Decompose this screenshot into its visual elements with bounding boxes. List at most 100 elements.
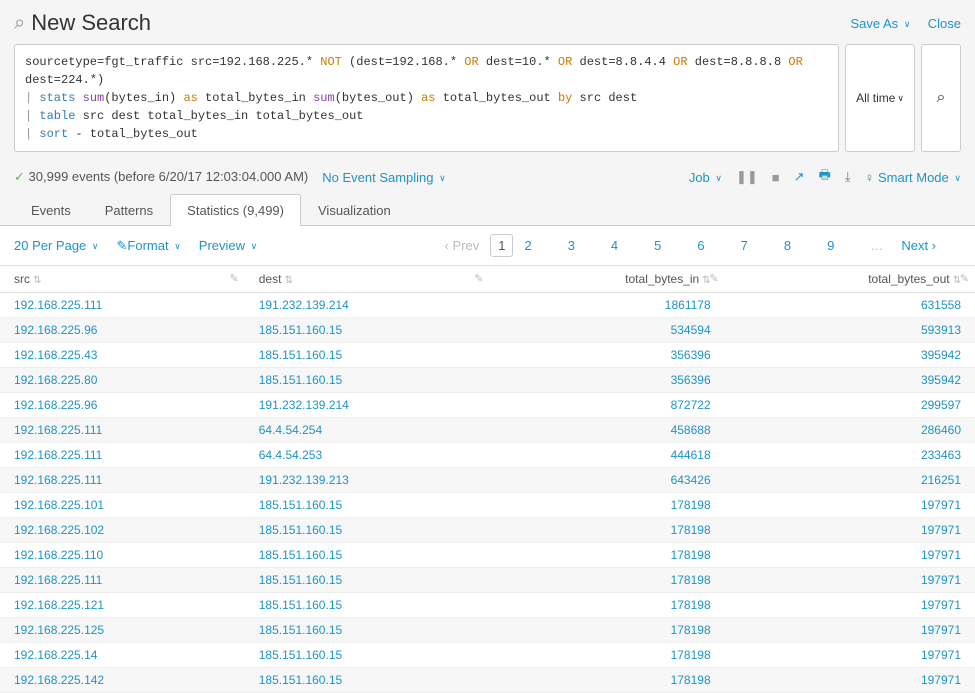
value-link[interactable]: 356396	[671, 348, 711, 362]
value-link[interactable]: 64.4.54.253	[259, 448, 322, 462]
stop-icon[interactable]: ■	[772, 170, 780, 185]
share-icon[interactable]: ↗	[794, 169, 805, 185]
value-link[interactable]: 178198	[671, 598, 711, 612]
value-link[interactable]: 395942	[921, 373, 961, 387]
value-link[interactable]: 233463	[921, 448, 961, 462]
event-sampling-link[interactable]: No Event Sampling ∨	[322, 170, 446, 185]
value-link[interactable]: 185.151.160.15	[259, 623, 342, 637]
value-link[interactable]: 192.168.225.142	[14, 673, 104, 687]
preview-dropdown[interactable]: Preview ∨	[199, 238, 257, 253]
value-link[interactable]: 178198	[671, 673, 711, 687]
pager-next[interactable]: Next ›	[894, 235, 943, 256]
value-link[interactable]: 178198	[671, 623, 711, 637]
value-link[interactable]: 185.151.160.15	[259, 348, 342, 362]
value-link[interactable]: 185.151.160.15	[259, 598, 342, 612]
format-dropdown[interactable]: ✎Format ∨	[117, 238, 181, 254]
search-mode-link[interactable]: ♀ Smart Mode ∨	[865, 170, 961, 185]
value-link[interactable]: 192.168.225.111	[14, 423, 102, 437]
value-link[interactable]: 192.168.225.101	[14, 498, 104, 512]
value-link[interactable]: 185.151.160.15	[259, 573, 342, 587]
value-link[interactable]: 192.168.225.111	[14, 573, 102, 587]
pager-page-2[interactable]: 2	[517, 235, 538, 256]
value-link[interactable]: 356396	[671, 373, 711, 387]
value-link[interactable]: 643426	[671, 473, 711, 487]
export-icon[interactable]: ⤓	[845, 169, 851, 185]
pager-page-6[interactable]: 6	[690, 235, 711, 256]
value-link[interactable]: 178198	[671, 523, 711, 537]
value-link[interactable]: 64.4.54.254	[259, 423, 322, 437]
value-link[interactable]: 593913	[921, 323, 961, 337]
value-link[interactable]: 192.168.225.111	[14, 473, 102, 487]
pager-prev[interactable]: ‹ Prev	[438, 235, 487, 256]
print-icon[interactable]: 🖶	[819, 166, 831, 188]
time-range-picker[interactable]: All time ∨	[845, 44, 915, 152]
pager-page-1[interactable]: 1	[490, 234, 513, 257]
job-menu[interactable]: Job ∨	[689, 170, 722, 185]
value-link[interactable]: 197971	[921, 623, 961, 637]
value-link[interactable]: 191.232.139.214	[259, 398, 349, 412]
value-link[interactable]: 191.232.139.213	[259, 473, 349, 487]
pager-page-5[interactable]: 5	[647, 235, 668, 256]
value-link[interactable]: 192.168.225.111	[14, 448, 102, 462]
value-link[interactable]: 192.168.225.14	[14, 648, 97, 662]
value-link[interactable]: 395942	[921, 348, 961, 362]
pager-page-9[interactable]: 9	[820, 235, 841, 256]
pencil-icon[interactable]: ✎	[474, 272, 483, 285]
tab-patterns[interactable]: Patterns	[88, 194, 170, 226]
search-button[interactable]: ⌕	[921, 44, 961, 152]
pager-page-8[interactable]: 8	[777, 235, 798, 256]
pager-page-4[interactable]: 4	[604, 235, 625, 256]
value-link[interactable]: 185.151.160.15	[259, 548, 342, 562]
value-link[interactable]: 192.168.225.121	[14, 598, 104, 612]
value-link[interactable]: 197971	[921, 498, 961, 512]
value-link[interactable]: 197971	[921, 548, 961, 562]
value-link[interactable]: 299597	[921, 398, 961, 412]
pager-page-3[interactable]: 3	[561, 235, 582, 256]
value-link[interactable]: 192.168.225.110	[14, 548, 103, 562]
value-link[interactable]: 185.151.160.15	[259, 373, 342, 387]
pause-icon[interactable]: ❚❚	[736, 169, 758, 185]
close-link[interactable]: Close	[928, 16, 961, 31]
value-link[interactable]: 458688	[671, 423, 711, 437]
value-link[interactable]: 197971	[921, 573, 961, 587]
value-link[interactable]: 178198	[671, 573, 711, 587]
value-link[interactable]: 444618	[671, 448, 711, 462]
value-link[interactable]: 872722	[671, 398, 711, 412]
tab-statistics-[interactable]: Statistics (9,499)	[170, 194, 301, 226]
value-link[interactable]: 631558	[921, 298, 961, 312]
value-link[interactable]: 185.151.160.15	[259, 498, 342, 512]
value-link[interactable]: 192.168.225.96	[14, 323, 97, 337]
value-link[interactable]: 192.168.225.102	[14, 523, 104, 537]
col-dest[interactable]: dest⇅✎	[245, 266, 490, 293]
value-link[interactable]: 185.151.160.15	[259, 323, 342, 337]
pager-page-7[interactable]: 7	[734, 235, 755, 256]
col-total_bytes_in[interactable]: total_bytes_in⇅✎	[490, 266, 725, 293]
value-link[interactable]: 1861178	[665, 298, 711, 312]
tab-visualization[interactable]: Visualization	[301, 194, 408, 226]
tab-events[interactable]: Events	[14, 194, 88, 226]
save-as-link[interactable]: Save As ∨	[850, 16, 910, 31]
value-link[interactable]: 185.151.160.15	[259, 673, 342, 687]
search-input[interactable]: sourcetype=fgt_traffic src=192.168.225.*…	[14, 44, 839, 152]
col-src[interactable]: src⇅✎	[0, 266, 245, 293]
value-link[interactable]: 216251	[921, 473, 961, 487]
value-link[interactable]: 197971	[921, 648, 961, 662]
value-link[interactable]: 192.168.225.111	[14, 298, 102, 312]
value-link[interactable]: 178198	[671, 498, 711, 512]
value-link[interactable]: 178198	[671, 648, 711, 662]
value-link[interactable]: 178198	[671, 548, 711, 562]
value-link[interactable]: 197971	[921, 598, 961, 612]
col-total_bytes_out[interactable]: total_bytes_out⇅✎	[725, 266, 975, 293]
value-link[interactable]: 192.168.225.80	[14, 373, 97, 387]
pencil-icon[interactable]: ✎	[230, 272, 239, 285]
value-link[interactable]: 286460	[921, 423, 961, 437]
per-page-dropdown[interactable]: 20 Per Page ∨	[14, 238, 99, 253]
value-link[interactable]: 534594	[671, 323, 711, 337]
value-link[interactable]: 197971	[921, 523, 961, 537]
value-link[interactable]: 192.168.225.125	[14, 623, 104, 637]
value-link[interactable]: 192.168.225.43	[14, 348, 97, 362]
pencil-icon[interactable]: ✎	[709, 272, 718, 285]
value-link[interactable]: 185.151.160.15	[259, 648, 342, 662]
value-link[interactable]: 191.232.139.214	[259, 298, 349, 312]
value-link[interactable]: 185.151.160.15	[259, 523, 342, 537]
